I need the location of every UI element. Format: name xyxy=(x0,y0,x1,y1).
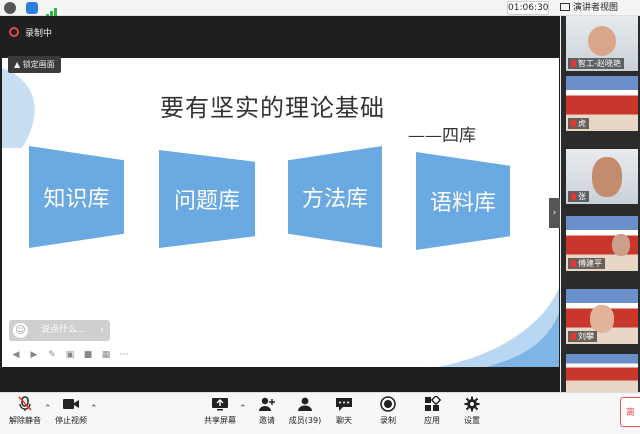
muted-mic-icon xyxy=(571,333,576,340)
participant-name-text: 张 xyxy=(578,192,586,201)
meeting-timer: 01:06:30 xyxy=(507,1,549,15)
annotation-toolbar: ◀ ▶ ✎ ▣ ■ ▦ ⋯ xyxy=(10,350,130,362)
participant-tile[interactable]: 刘攀 xyxy=(566,289,638,344)
invite-button[interactable]: 邀请 xyxy=(254,396,280,426)
settings-label: 设置 xyxy=(464,416,480,425)
stop-video-label: 停止视频 xyxy=(55,416,87,425)
shield-icon[interactable] xyxy=(26,2,38,14)
participant-tile[interactable]: 张 xyxy=(566,149,638,204)
stage-footer xyxy=(0,367,560,392)
chat-button[interactable]: 聊天 xyxy=(332,396,356,426)
lock-screen-label: 锁定画面 xyxy=(22,60,55,69)
lock-screen-button[interactable]: ▲ 锁定画面 xyxy=(8,56,61,73)
members-label: 成员(39) xyxy=(288,416,322,425)
speaker-view-label: 演讲者视图 xyxy=(573,3,619,13)
record-icon xyxy=(380,396,396,412)
slide-title: 要有坚实的理论基础 xyxy=(160,94,385,122)
users-icon xyxy=(298,397,312,411)
slide-subtitle: ——四库 xyxy=(408,126,476,146)
slide-box-problems: 问题库 xyxy=(159,150,255,248)
participant-tile[interactable]: 智工-赵晓艳 xyxy=(566,16,638,71)
collapse-panel-button[interactable]: › xyxy=(549,198,560,228)
participant-name: 刘攀 xyxy=(568,331,597,342)
record-label: 录制 xyxy=(380,416,396,425)
muted-mic-icon xyxy=(571,260,576,267)
apps-label: 应用 xyxy=(424,416,440,425)
slide-box-label: 知识库 xyxy=(43,187,110,212)
share-screen-button[interactable]: 共享屏幕 xyxy=(203,396,237,426)
record-button[interactable]: 录制 xyxy=(376,396,400,426)
share-label: 共享屏幕 xyxy=(204,416,236,425)
record-icon xyxy=(9,27,19,37)
participant-face xyxy=(592,157,622,197)
chat-bubble-icon xyxy=(336,398,352,411)
pin-icon: ▲ xyxy=(14,60,21,69)
chevron-up-icon[interactable]: ⌃ xyxy=(44,404,52,414)
emoji-icon[interactable]: ☺ xyxy=(13,323,28,338)
participant-name: 张 xyxy=(568,191,589,202)
slide-box-corpus: 语料库 xyxy=(416,152,510,250)
grid-icon xyxy=(560,3,570,11)
screenshot-icon[interactable]: ▣ xyxy=(64,350,76,360)
decor-swoosh-bottom xyxy=(437,288,559,367)
participant-tile[interactable] xyxy=(566,354,638,392)
video-camera-icon xyxy=(63,399,79,409)
unmute-label: 解除静音 xyxy=(9,416,41,425)
apps-grid-icon xyxy=(425,396,441,411)
chat-label: 聊天 xyxy=(336,416,352,425)
camera-icon[interactable]: ■ xyxy=(82,350,94,360)
leave-meeting-button[interactable]: 离 xyxy=(620,397,640,427)
muted-mic-icon xyxy=(571,60,576,67)
participant-face xyxy=(590,305,614,333)
settings-button[interactable]: 设置 xyxy=(460,396,484,426)
whiteboard-icon[interactable]: ▦ xyxy=(100,350,112,360)
muted-mic-icon xyxy=(571,193,576,200)
previous-icon[interactable]: ◀ xyxy=(10,350,22,360)
participant-face xyxy=(612,234,630,256)
recording-indicator: 录制中 xyxy=(9,25,52,43)
participant-name-text: 傅建平 xyxy=(578,259,602,268)
share-screen-icon xyxy=(212,398,228,411)
participant-panel: 智工-赵晓艳 虎 张 傅建平 刘攀 xyxy=(561,16,640,392)
participant-face xyxy=(588,26,616,56)
slide-box-label: 问题库 xyxy=(173,189,240,214)
participant-name: 傅建平 xyxy=(568,258,605,269)
more-icon[interactable]: ⋯ xyxy=(118,350,130,360)
invite-label: 邀请 xyxy=(259,416,275,425)
members-button[interactable]: 成员(39) xyxy=(288,396,322,426)
chevron-left-icon[interactable]: ‹ xyxy=(100,320,104,341)
participant-tile[interactable]: 傅建平 xyxy=(566,216,638,271)
participant-name-text: 智工-赵晓艳 xyxy=(578,59,621,68)
slide-box-label: 语料库 xyxy=(429,191,496,216)
muted-microphone-icon xyxy=(18,396,32,411)
info-icon[interactable] xyxy=(4,2,16,14)
recording-label: 录制中 xyxy=(25,29,53,39)
participant-name-text: 虎 xyxy=(578,119,586,128)
muted-mic-icon xyxy=(571,120,576,127)
signal-icon[interactable] xyxy=(46,3,58,18)
chevron-up-icon[interactable]: ⌃ xyxy=(90,404,98,414)
chat-placeholder: 说点什么... xyxy=(41,325,86,335)
apps-button[interactable]: 应用 xyxy=(420,396,444,426)
participant-name: 虎 xyxy=(568,118,589,129)
participant-name: 智工-赵晓艳 xyxy=(568,58,624,69)
slide-box-knowledge: 知识库 xyxy=(29,146,124,248)
unmute-button[interactable]: 解除静音 xyxy=(8,396,42,426)
speaker-view-button[interactable]: 演讲者视图 xyxy=(560,0,618,16)
gear-icon xyxy=(464,396,480,412)
slide-box-label: 方法库 xyxy=(301,187,368,212)
slide-box-methods: 方法库 xyxy=(288,146,382,248)
stop-video-button[interactable]: 停止视频 xyxy=(54,396,88,426)
participant-name-text: 刘攀 xyxy=(578,332,594,341)
chevron-up-icon[interactable]: ⌃ xyxy=(239,404,247,414)
chat-input-bar[interactable]: ☺ 说点什么... ‹ xyxy=(9,320,110,341)
add-user-icon xyxy=(259,397,275,411)
next-icon[interactable]: ▶ xyxy=(28,350,40,360)
pen-icon[interactable]: ✎ xyxy=(46,350,58,360)
participant-tile[interactable]: 虎 xyxy=(566,76,638,131)
